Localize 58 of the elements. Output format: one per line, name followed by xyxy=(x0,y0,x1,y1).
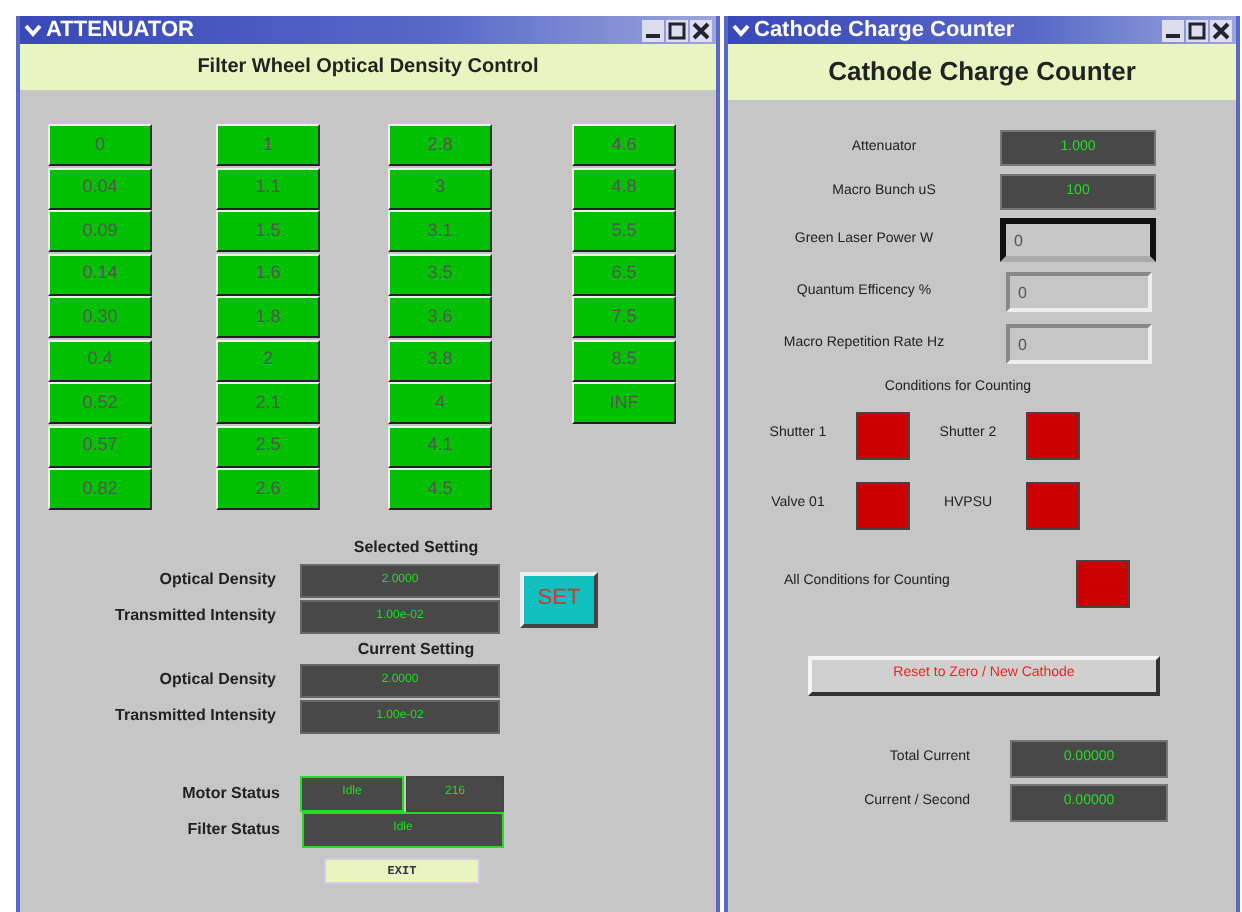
density-button[interactable]: 3.1 xyxy=(388,210,492,252)
density-button[interactable]: INF xyxy=(572,382,676,424)
density-button[interactable]: 6.5 xyxy=(572,253,676,295)
density-button[interactable]: 4.6 xyxy=(572,124,676,166)
minimize-icon[interactable] xyxy=(1162,19,1184,41)
density-button[interactable]: 3.6 xyxy=(388,296,492,338)
chevron-icon[interactable] xyxy=(24,23,42,37)
density-button[interactable]: 0.52 xyxy=(48,382,152,424)
density-button[interactable]: 4 xyxy=(388,382,492,424)
close-icon[interactable] xyxy=(1210,19,1232,41)
window-title: Cathode Charge Counter xyxy=(754,19,1015,41)
density-button[interactable]: 0.09 xyxy=(48,210,152,252)
density-button[interactable]: 2.5 xyxy=(216,425,320,467)
density-button[interactable]: 0.57 xyxy=(48,425,152,467)
chevron-icon[interactable] xyxy=(732,23,750,37)
density-button[interactable]: 3 xyxy=(388,167,492,209)
density-button[interactable]: 4.1 xyxy=(388,425,492,467)
density-button[interactable]: 2.8 xyxy=(388,124,492,166)
section-heading: Current Setting xyxy=(355,637,477,661)
panel-heading: Cathode Charge Counter xyxy=(828,54,1136,91)
density-button[interactable]: 4.8 xyxy=(572,167,676,209)
maximize-icon[interactable] xyxy=(666,19,688,41)
density-button[interactable]: 3.5 xyxy=(388,253,492,295)
density-button[interactable]: 5.5 xyxy=(572,210,676,252)
set-button[interactable]: SET xyxy=(520,571,598,627)
density-button[interactable]: 8.5 xyxy=(572,339,676,381)
density-button[interactable]: 4.5 xyxy=(388,468,492,510)
field-label: Motor Status xyxy=(180,781,280,805)
density-button[interactable]: 0.4 xyxy=(48,339,152,381)
field-label: Optical Density xyxy=(157,568,276,592)
input-field[interactable]: 0 xyxy=(1006,324,1152,364)
input-field[interactable]: 0 xyxy=(1006,272,1152,312)
density-button[interactable]: 0 xyxy=(48,124,152,166)
density-button[interactable]: 3.8 xyxy=(388,339,492,381)
density-button[interactable]: 2.6 xyxy=(216,468,320,510)
density-button[interactable]: 2.1 xyxy=(216,382,320,424)
field-label: Transmitted Intensity xyxy=(113,704,276,728)
density-button[interactable]: 2 xyxy=(216,339,320,381)
density-button[interactable]: 0.82 xyxy=(48,468,152,510)
maximize-icon[interactable] xyxy=(1186,19,1208,41)
density-button[interactable]: 1.1 xyxy=(216,167,320,209)
density-button[interactable]: 7.5 xyxy=(572,296,676,338)
panel-heading: Filter Wheel Optical Density Control xyxy=(197,54,539,82)
density-button[interactable]: 0.30 xyxy=(48,296,152,338)
section-heading: Selected Setting xyxy=(351,535,481,559)
minimize-icon[interactable] xyxy=(642,19,664,41)
field-label: Transmitted Intensity xyxy=(113,604,276,628)
density-button[interactable]: 0.04 xyxy=(48,167,152,209)
density-button[interactable]: 1.5 xyxy=(216,210,320,252)
field-label: Filter Status xyxy=(185,817,280,841)
density-button[interactable]: 0.14 xyxy=(48,253,152,295)
density-button[interactable]: 1 xyxy=(216,124,320,166)
input-field[interactable]: 0 xyxy=(1000,218,1156,262)
field-label: Optical Density xyxy=(157,668,276,692)
density-button[interactable]: 1.6 xyxy=(216,253,320,295)
close-icon[interactable] xyxy=(690,19,712,41)
density-button[interactable]: 1.8 xyxy=(216,296,320,338)
window-title: ATTENUATOR xyxy=(46,19,194,41)
